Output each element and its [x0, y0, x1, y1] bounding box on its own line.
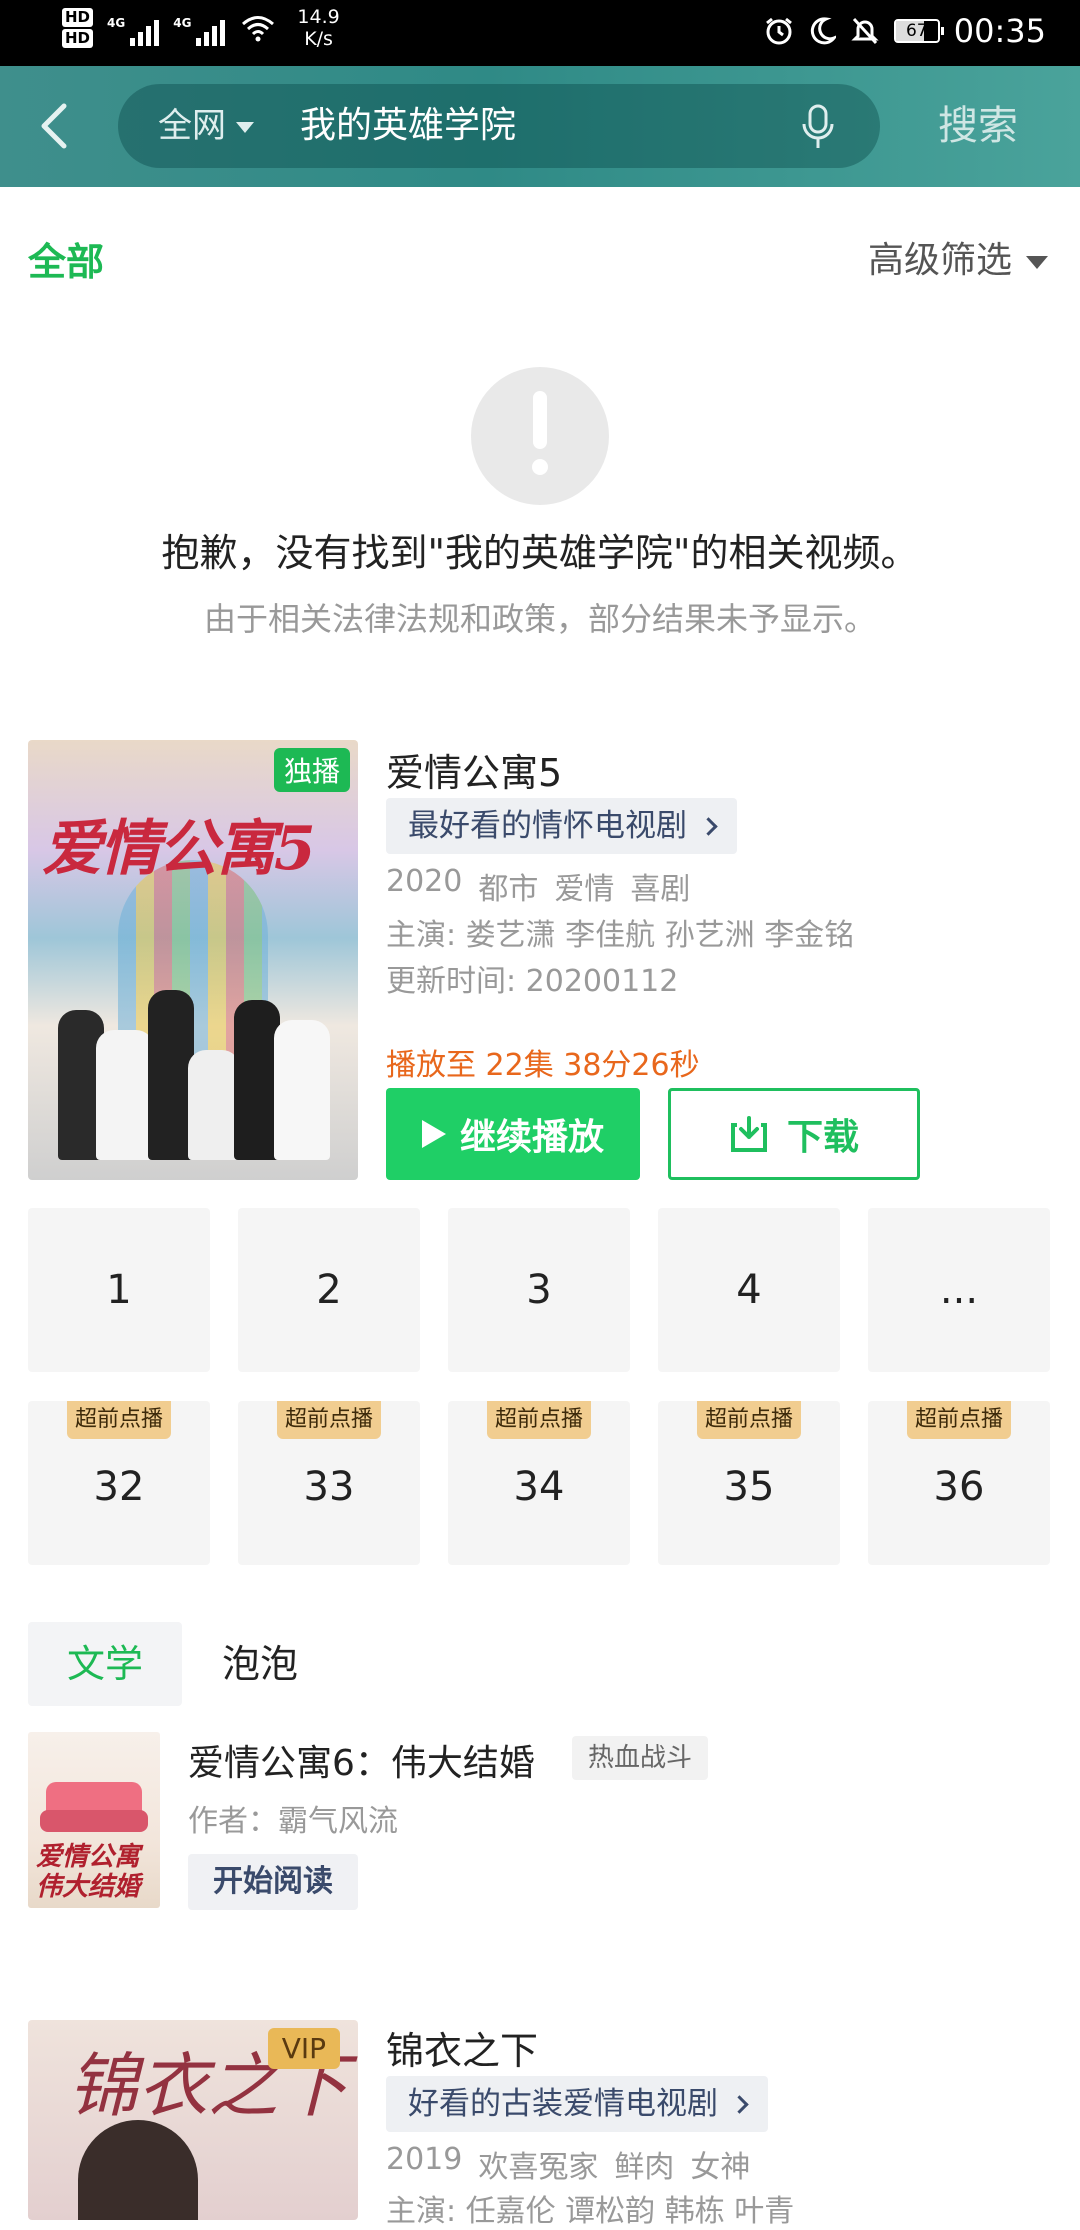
preview-badge: 超前点播	[276, 1401, 382, 1439]
caret-down-icon	[236, 122, 254, 133]
show-tag: 2020	[386, 864, 463, 899]
filter-row: 全部 高级筛选	[0, 187, 1080, 322]
episode-button[interactable]: 3	[448, 1208, 630, 1372]
show-poster[interactable]: 锦衣之下 VIP	[28, 2020, 358, 2220]
signal-icon-2: 4G	[173, 10, 226, 46]
clock: 00:35	[953, 12, 1046, 50]
battery-level: 67	[905, 21, 928, 41]
tab-all[interactable]: 全部	[28, 231, 104, 286]
show-tag: 鲜肉	[614, 2150, 675, 2185]
exclusive-badge: 独播	[273, 748, 350, 792]
play-icon	[421, 1120, 446, 1148]
hd-indicators: HD HD	[62, 8, 94, 48]
advanced-filter-label: 高级筛选	[867, 240, 1012, 281]
search-scope-label: 全网	[158, 106, 226, 146]
alarm-icon	[765, 17, 792, 45]
more-episodes-button[interactable]: ...	[868, 1208, 1050, 1372]
empty-state-subtitle: 由于相关法律法规和政策，部分结果未予显示。	[203, 600, 876, 638]
status-left: HD HD 4G 4G 14.9 K/s	[62, 6, 340, 50]
wifi-icon	[242, 16, 275, 42]
continue-play-label: 继续播放	[459, 1117, 604, 1158]
watch-progress: 播放至 22集 38分26秒	[386, 1048, 700, 1083]
preview-badge: 超前点播	[486, 1401, 592, 1439]
show-title[interactable]: 锦衣之下	[386, 2020, 538, 2075]
show-poster[interactable]: 爱情公寓5 独播	[28, 740, 358, 1180]
search-header: 全网 我的英雄学院 搜索	[0, 66, 1080, 187]
poster-title: 爱情公寓5	[42, 814, 316, 884]
hd-badge-1: HD	[62, 8, 94, 27]
show-cast: 主演: 任嘉伦 谭松韵 韩栋 叶青	[386, 2194, 795, 2229]
poster-figure	[78, 2120, 198, 2220]
network-speed-unit: K/s	[304, 28, 333, 50]
show-tag: 喜剧	[630, 872, 691, 907]
show-cast: 主演: 娄艺潇 李佳航 孙艺洲 李金铭	[386, 918, 855, 953]
show-tags: 2019 欢喜冤家 鲜肉 女神	[386, 2142, 750, 2186]
download-button[interactable]: 下载	[668, 1088, 920, 1180]
start-reading-button[interactable]: 开始阅读	[188, 1854, 358, 1910]
poster-figures	[48, 970, 338, 1160]
status-bar: HD HD 4G 4G 14.9 K/s 67 00:35	[0, 0, 1080, 66]
show-tags: 2020 都市 爱情 喜剧	[386, 864, 690, 908]
preview-badge: 超前点播	[696, 1401, 802, 1439]
moon-icon	[810, 17, 836, 45]
book-author: 作者：霸气风流	[188, 1804, 398, 1839]
download-label: 下载	[786, 1117, 859, 1158]
show-tag: 欢喜冤家	[478, 2150, 599, 2185]
episode-button[interactable]: 1	[28, 1208, 210, 1372]
vip-badge: VIP	[267, 2028, 340, 2069]
book-cover-title: 爱情公寓 伟大结婚	[36, 1842, 141, 1902]
hd-badge-2: HD	[62, 29, 94, 48]
episode-button[interactable]: 超前点播 34	[448, 1401, 630, 1565]
show-tag: 女神	[690, 2150, 751, 2185]
network-speed: 14.9 K/s	[297, 6, 339, 50]
show-title[interactable]: 爱情公寓5	[386, 742, 562, 797]
episode-number: 36	[933, 1464, 985, 1510]
microphone-icon[interactable]	[800, 104, 836, 150]
network-type-1: 4G	[107, 16, 126, 30]
tab-literature[interactable]: 文学	[28, 1622, 182, 1706]
search-input[interactable]: 我的英雄学院	[300, 84, 516, 168]
episode-button[interactable]: 2	[238, 1208, 420, 1372]
show-updated: 更新时间: 20200112	[386, 964, 679, 999]
episode-button[interactable]: 超前点播 35	[658, 1401, 840, 1565]
book-title[interactable]: 爱情公寓6：伟大结婚	[188, 1734, 535, 1786]
episode-button[interactable]: 4	[658, 1208, 840, 1372]
episode-number: 33	[303, 1464, 355, 1510]
battery-icon: 67	[893, 19, 944, 43]
network-speed-value: 14.9	[297, 6, 340, 28]
download-icon	[730, 1116, 767, 1152]
tab-bubble[interactable]: 泡泡	[222, 1622, 298, 1706]
continue-play-button[interactable]: 继续播放	[386, 1088, 640, 1180]
preview-badge: 超前点播	[66, 1401, 172, 1439]
episode-number: 34	[513, 1464, 565, 1510]
caret-down-icon	[1026, 255, 1048, 269]
search-box[interactable]: 全网 我的英雄学院	[118, 84, 880, 168]
book-genre-tag: 热血战斗	[572, 1736, 709, 1780]
sofa-art	[40, 1782, 148, 1832]
exclamation-icon	[471, 367, 609, 505]
show-tag: 爱情	[554, 872, 615, 907]
episode-button[interactable]: 超前点播 36	[868, 1401, 1050, 1565]
book-cover[interactable]: 爱情公寓 伟大结婚	[28, 1732, 160, 1908]
advanced-filter-button[interactable]: 高级筛选	[868, 231, 1048, 283]
search-button[interactable]: 搜索	[938, 66, 1018, 187]
network-type-2: 4G	[173, 16, 192, 30]
preview-badge: 超前点播	[906, 1401, 1012, 1439]
show-tag: 都市	[478, 872, 539, 907]
show-tag: 2019	[386, 2142, 463, 2177]
back-icon[interactable]	[34, 100, 74, 152]
promo-tag[interactable]: 最好看的情怀电视剧	[386, 798, 737, 854]
status-right: 67 00:35	[764, 12, 1046, 50]
signal-icon-1: 4G	[107, 10, 160, 46]
promo-tag[interactable]: 好看的古装爱情电视剧	[386, 2076, 768, 2132]
episode-button[interactable]: 超前点播 33	[238, 1401, 420, 1565]
mute-bell-icon	[851, 17, 879, 45]
search-scope-dropdown[interactable]: 全网	[158, 84, 254, 168]
empty-state-title: 抱歉，没有找到"我的英雄学院"的相关视频。	[161, 531, 919, 575]
episode-button[interactable]: 超前点播 32	[28, 1401, 210, 1565]
episode-number: 35	[723, 1464, 775, 1510]
episode-number: 32	[93, 1464, 145, 1510]
